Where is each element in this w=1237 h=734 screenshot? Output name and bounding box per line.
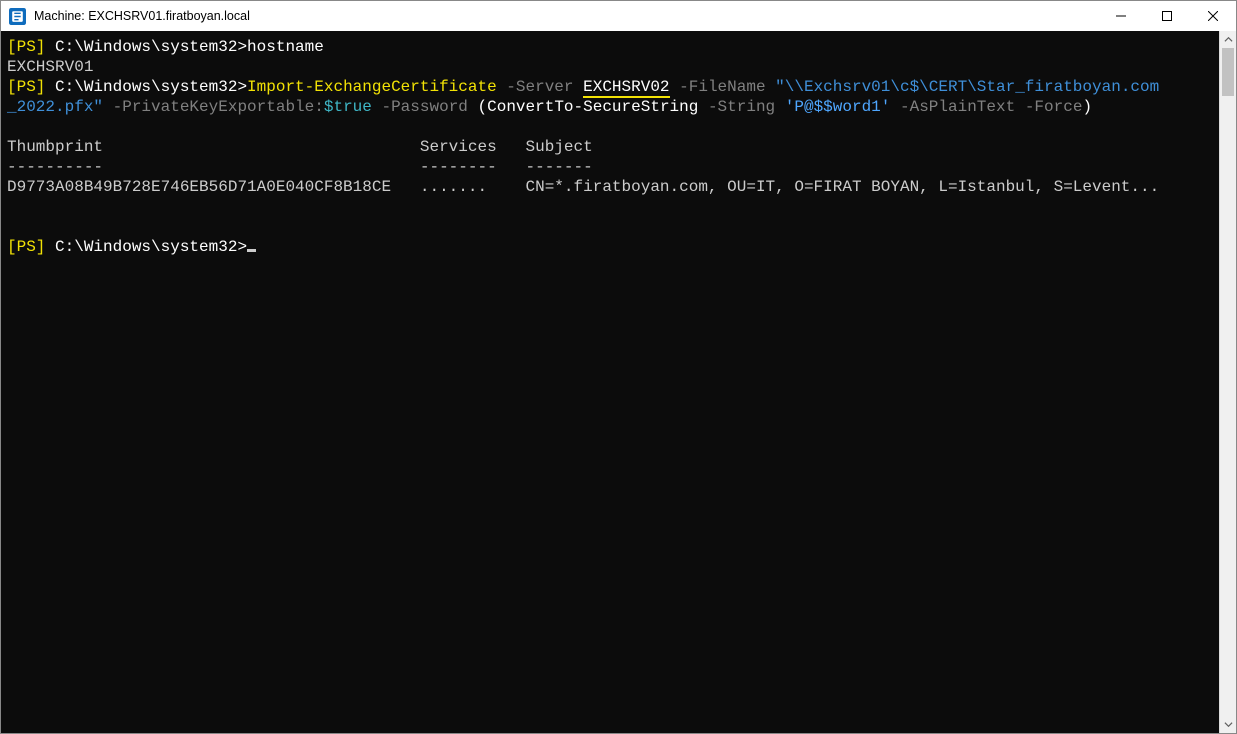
param-string: -String [698,98,784,116]
cmdlet-convert: ConvertTo-SecureString [487,98,698,116]
terminal-output[interactable]: [PS] C:\Windows\system32>hostname EXCHSR… [1,31,1219,733]
hostname-output: EXCHSRV01 [7,58,93,76]
value-filename-b: _2022.pfx" [7,98,103,116]
minimize-button[interactable] [1098,1,1144,31]
prompt-ps: [PS] [7,238,45,256]
table-header-services: Services [420,138,497,156]
scroll-up-button[interactable] [1220,31,1236,48]
value-password: 'P@$$word1' [785,98,891,116]
scroll-down-button[interactable] [1220,716,1236,733]
prompt-ps: [PS] [7,38,45,56]
cmd-hostname: hostname [247,38,324,56]
table-sep-subject: ------- [526,158,593,176]
param-password: -Password [372,98,478,116]
vertical-scrollbar[interactable] [1219,31,1236,733]
table-header-subject: Subject [526,138,593,156]
table-row-thumb: D9773A08B49B728E746EB56D71A0E040CF8B18CE [7,178,391,196]
client-area: [PS] C:\Windows\system32>hostname EXCHSR… [1,31,1236,733]
param-filename: -FileName [670,78,776,96]
paren-open: ( [478,98,488,116]
param-asplaintext: -AsPlainText [890,98,1015,116]
maximize-button[interactable] [1144,1,1190,31]
app-icon [9,8,26,25]
param-server: -Server [497,78,583,96]
value-true: $true [324,98,372,116]
table-sep-services: -------- [420,158,497,176]
table-sep-thumb: ---------- [7,158,103,176]
close-button[interactable] [1190,1,1236,31]
value-filename-a: "\\Exchsrv01\c$\CERT\Star_firatboyan.com [775,78,1159,96]
prompt-path: C:\Windows\system32> [45,38,247,56]
scroll-track[interactable] [1220,48,1236,716]
cmdlet-import: Import-ExchangeCertificate [247,78,497,96]
title-bar[interactable]: Machine: EXCHSRV01.firatboyan.local [1,1,1236,31]
param-pke: -PrivateKeyExportable: [103,98,324,116]
table-header-thumb: Thumbprint [7,138,103,156]
prompt-ps: [PS] [7,78,45,96]
prompt-path: C:\Windows\system32> [45,238,247,256]
cursor [247,249,256,252]
paren-close: ) [1082,98,1092,116]
window-title: Machine: EXCHSRV01.firatboyan.local [34,9,250,23]
table-row-subject: CN=*.firatboyan.com, OU=IT, O=FIRAT BOYA… [526,178,1160,196]
value-server: EXCHSRV02 [583,78,669,98]
param-force: -Force [1015,98,1082,116]
table-row-services: ....... [420,178,487,196]
scroll-thumb[interactable] [1222,48,1234,96]
prompt-path: C:\Windows\system32> [45,78,247,96]
window-frame: Machine: EXCHSRV01.firatboyan.local [PS]… [0,0,1237,734]
